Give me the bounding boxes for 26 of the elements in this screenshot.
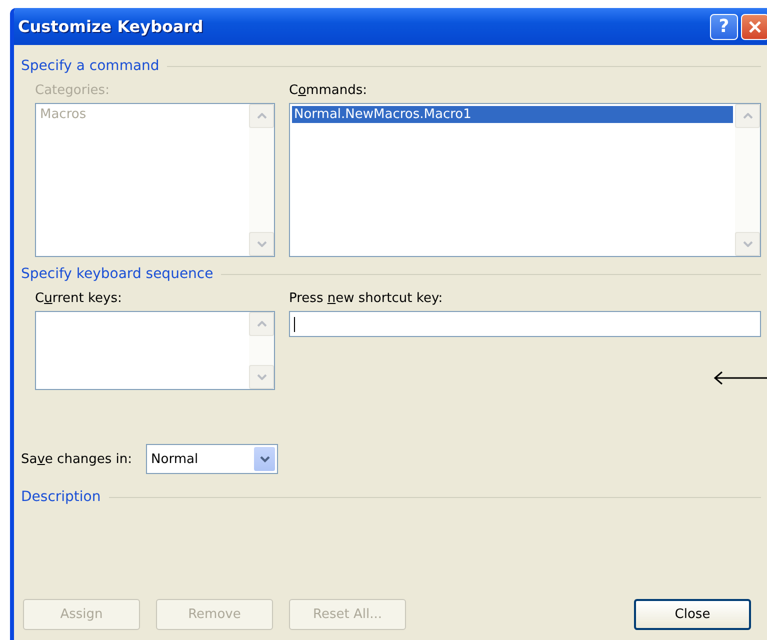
close-button[interactable] <box>741 14 767 40</box>
save-dropdown[interactable]: Normal <box>146 444 278 474</box>
scroll-up-icon[interactable] <box>249 104 274 128</box>
save-label: Save changes in: <box>21 452 132 466</box>
scroll-down-icon[interactable] <box>735 232 760 256</box>
scroll-down-icon[interactable] <box>249 365 274 389</box>
list-box[interactable] <box>35 311 275 390</box>
help-button[interactable]: ? <box>710 14 738 40</box>
list-label: Current keys: <box>35 291 123 307</box>
dropdown-icon <box>254 447 276 471</box>
window-title: Customize Keyboard <box>18 17 204 36</box>
shortcut-input-field[interactable] <box>289 311 761 337</box>
scroll-down-icon[interactable] <box>249 232 274 256</box>
list-item[interactable]: Normal.NewMacros.Macro1 <box>292 106 733 123</box>
section-title: Specify keyboard sequence <box>21 266 214 282</box>
close-icon <box>748 20 762 34</box>
scroll-up-icon[interactable] <box>735 104 760 128</box>
list-label: Commands: <box>289 83 368 99</box>
list-label: Categories: <box>35 83 110 99</box>
section-title: Description <box>21 489 101 505</box>
list-box[interactable]: Normal.NewMacros.Macro1 <box>289 103 761 257</box>
section-title: Specify a command <box>21 58 160 74</box>
arrow-icon <box>713 371 767 385</box>
scroll-up-icon[interactable] <box>249 312 274 336</box>
dialog-button[interactable]: Close <box>634 599 751 630</box>
field-label: Press new shortcut key: <box>289 291 444 307</box>
